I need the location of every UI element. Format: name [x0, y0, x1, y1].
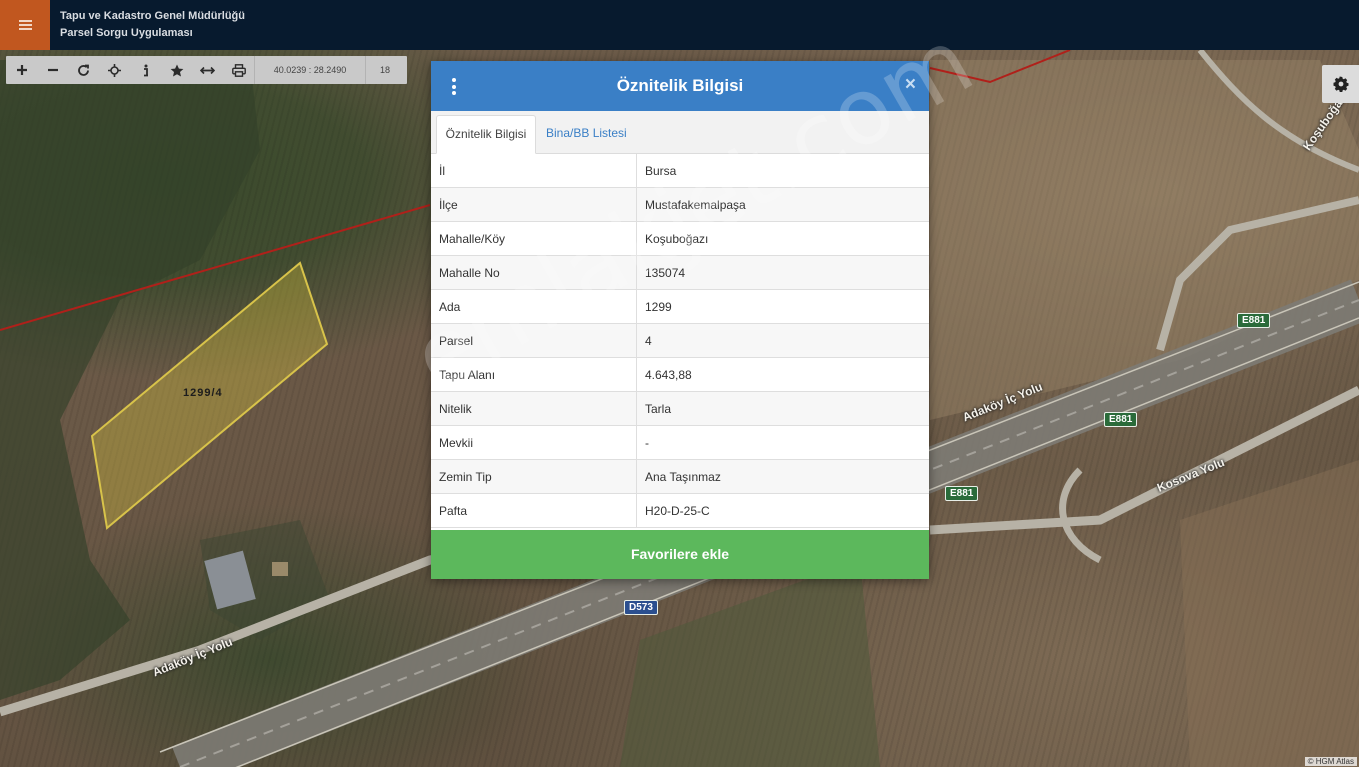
table-row: Mahalle No 135074: [431, 255, 929, 290]
attribute-value: H20-D-25-C: [636, 493, 929, 528]
tab-building-list[interactable]: Bina/BB Listesi: [546, 115, 627, 152]
attribute-value: -: [636, 425, 929, 460]
settings-button[interactable]: [1322, 65, 1359, 103]
attribute-key: Mahalle/Köy: [431, 221, 637, 256]
dialog-title: Öznitelik Bilgisi: [616, 76, 744, 95]
attribute-value: Tarla: [636, 391, 929, 426]
gear-icon: [1333, 76, 1348, 92]
attribute-key: Mevkii: [431, 425, 637, 460]
coordinate-readout: 40.0239 : 28.2490: [254, 56, 365, 84]
parcel-label: 1299/4: [183, 387, 223, 399]
attribute-key: Nitelik: [431, 391, 637, 426]
zoom-out-button[interactable]: [37, 56, 68, 84]
refresh-button[interactable]: [68, 56, 99, 84]
add-to-favorites-button[interactable]: Favorilere ekle: [431, 530, 929, 579]
table-row: Tapu Alanı 4.643,88: [431, 357, 929, 392]
menu-button[interactable]: [0, 0, 50, 50]
refresh-icon: [78, 64, 89, 76]
table-row: İlçe Mustafakemalpaşa: [431, 187, 929, 222]
attribute-key: Parsel: [431, 323, 637, 358]
zoom-level-readout: 18: [365, 56, 404, 84]
app-name: Parsel Sorgu Uygulaması: [60, 27, 193, 39]
attribute-dialog: Öznitelik Bilgisi × Öznitelik Bilgisi Bi…: [431, 61, 929, 579]
attribute-key: Zemin Tip: [431, 459, 637, 494]
map-attribution: © HGM Atlas: [1304, 757, 1357, 766]
printer-icon: [231, 63, 246, 77]
arrows-horizontal-icon: [200, 66, 215, 74]
table-row: Parsel 4: [431, 323, 929, 358]
attribute-value: 4.643,88: [636, 357, 929, 392]
top-bar: Tapu ve Kadastro Genel Müdürlüğü Parsel …: [0, 0, 1359, 50]
attribute-value: 4: [636, 323, 929, 358]
plus-icon: [16, 65, 27, 75]
tab-attribute-info[interactable]: Öznitelik Bilgisi: [436, 115, 536, 154]
star-icon: [170, 64, 183, 76]
map-toolbar: 40.0239 : 28.2490 18: [6, 56, 407, 84]
zoom-in-button[interactable]: [6, 56, 37, 84]
table-row: Zemin Tip Ana Taşınmaz: [431, 459, 929, 494]
favorites-button[interactable]: [161, 56, 192, 84]
info-icon: [143, 64, 148, 76]
dialog-header: Öznitelik Bilgisi ×: [431, 61, 929, 111]
attribute-value: 1299: [636, 289, 929, 324]
table-row: Ada 1299: [431, 289, 929, 324]
attribute-key: Tapu Alanı: [431, 357, 637, 392]
app-title: Tapu ve Kadastro Genel Müdürlüğü Parsel …: [60, 8, 245, 42]
attribute-key: Pafta: [431, 493, 637, 528]
table-row: Mahalle/Köy Koşuboğazı: [431, 221, 929, 256]
locate-button[interactable]: [99, 56, 130, 84]
road-shield: E881: [945, 486, 979, 501]
org-name: Tapu ve Kadastro Genel Müdürlüğü: [60, 10, 245, 22]
print-button[interactable]: [223, 56, 254, 84]
table-row: Mevkii -: [431, 425, 929, 460]
attribute-value: Mustafakemalpaşa: [636, 187, 929, 222]
attribute-key: Ada: [431, 289, 637, 324]
crosshair-icon: [108, 63, 121, 77]
attribute-value: Koşuboğazı: [636, 221, 929, 256]
table-row: Nitelik Tarla: [431, 391, 929, 426]
attribute-key: İl: [431, 154, 637, 188]
close-icon[interactable]: ×: [905, 75, 916, 95]
attribute-value: 135074: [636, 255, 929, 290]
attribute-key: İlçe: [431, 187, 637, 222]
attribute-value: Ana Taşınmaz: [636, 459, 929, 494]
hamburger-icon: [18, 20, 32, 30]
road-shield: E881: [1104, 412, 1138, 427]
road-shield: E881: [1237, 313, 1271, 328]
table-row: Pafta H20-D-25-C: [431, 493, 929, 528]
table-row: İl Bursa: [431, 154, 929, 188]
road-shield: D573: [624, 600, 658, 615]
info-button[interactable]: [130, 56, 161, 84]
attribute-key: Mahalle No: [431, 255, 637, 290]
attribute-value: Bursa: [636, 154, 929, 188]
dialog-tabs: Öznitelik Bilgisi Bina/BB Listesi: [431, 111, 929, 154]
minus-icon: [47, 68, 58, 72]
measure-button[interactable]: [192, 56, 223, 84]
attribute-table: İl Bursa İlçe Mustafakemalpaşa Mahalle/Köy Ko…: [431, 154, 929, 528]
